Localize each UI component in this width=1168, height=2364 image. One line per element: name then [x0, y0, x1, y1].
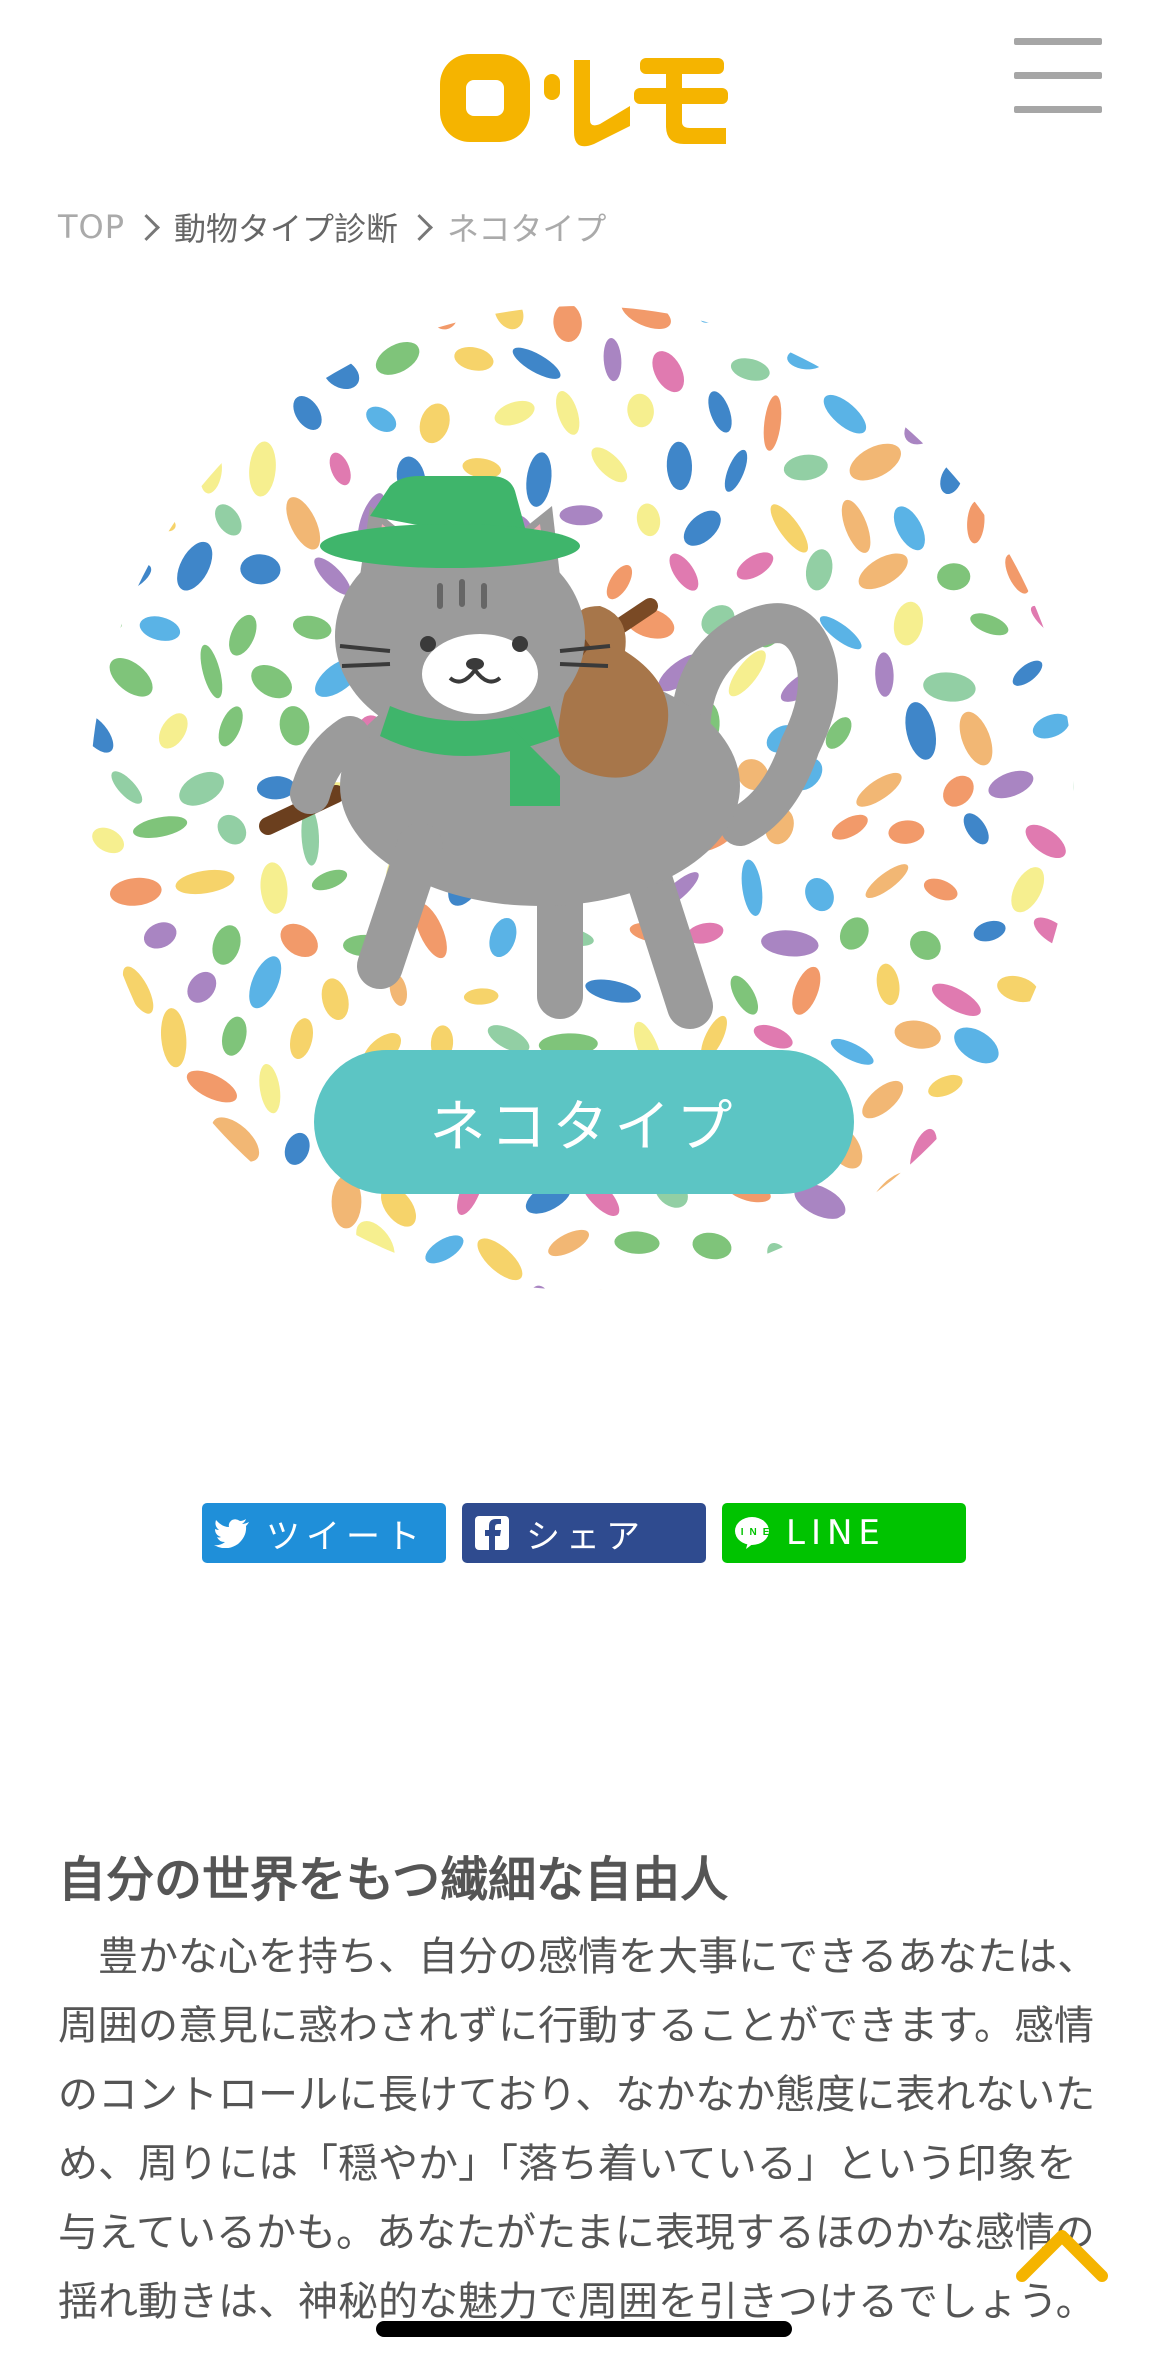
pattern-blob [142, 1132, 179, 1171]
pattern-blob [116, 1192, 169, 1217]
pattern-blob [1006, 346, 1029, 404]
pattern-blob [866, 341, 896, 389]
twitter-bird-icon [212, 1513, 252, 1553]
line-icon: LINE [732, 1513, 772, 1553]
pattern-blob [962, 396, 990, 432]
pattern-blob [180, 1183, 211, 1213]
pattern-blob [142, 1217, 179, 1267]
pattern-blob [90, 609, 122, 631]
type-label-button[interactable]: ネコタイプ [314, 1050, 854, 1194]
pattern-blob [151, 410, 195, 438]
pattern-blob [998, 1083, 1045, 1117]
breadcrumb-diagnosis-link[interactable]: 動物タイプ診断 [174, 204, 398, 250]
facebook-icon [472, 1513, 512, 1553]
pattern-blob [90, 384, 116, 439]
tweet-label: ツイート [266, 1516, 426, 1557]
pattern-blob [265, 348, 291, 377]
pattern-blob [1028, 1135, 1070, 1168]
pattern-blob [931, 1186, 964, 1219]
pattern-blob [259, 1289, 298, 1290]
pattern-blob [120, 1079, 147, 1122]
pattern-blob [120, 460, 159, 489]
pattern-blob [1067, 553, 1074, 585]
pattern-blob [1026, 306, 1067, 335]
pattern-blob [793, 1276, 820, 1290]
pattern-blob [1066, 1284, 1074, 1290]
home-indicator [376, 2321, 792, 2337]
pattern-blob [878, 1275, 906, 1290]
pattern-blob [90, 1025, 110, 1049]
chevron-right-icon [133, 213, 160, 241]
pattern-blob [100, 351, 148, 378]
pattern-blob [1067, 973, 1074, 1015]
chevron-right-icon [406, 213, 433, 241]
pattern-blob [922, 1270, 964, 1290]
menu-icon-bar [1014, 72, 1102, 79]
menu-icon-bar [1014, 38, 1102, 45]
pattern-blob [111, 1275, 139, 1290]
facebook-share-label: シェア [526, 1516, 646, 1557]
pattern-blob [883, 306, 939, 336]
pattern-blob [1068, 347, 1074, 402]
breadcrumb-top-link[interactable]: TOP [58, 208, 125, 246]
svg-text:LINE: LINE [734, 1527, 770, 1538]
pattern-blob [1022, 513, 1062, 550]
chevron-up-icon[interactable] [1014, 2220, 1110, 2290]
pattern-blob [90, 1126, 126, 1163]
article-title: 自分の世界をもつ繊細な自由人 [58, 1851, 729, 1908]
pattern-blob [377, 1278, 420, 1290]
site-logo[interactable] [434, 48, 734, 148]
pattern-blob [831, 306, 863, 330]
line-share-label: LINE [786, 1513, 886, 1553]
pattern-blob [291, 1234, 321, 1273]
pattern-blob [286, 306, 324, 324]
pattern-blob [352, 306, 377, 343]
tweet-button[interactable]: ツイート [202, 1503, 446, 1563]
pattern-blob [224, 306, 254, 328]
pattern-blob [1038, 1021, 1072, 1051]
pattern-blob [971, 1233, 1009, 1279]
pattern-blob [826, 1238, 870, 1267]
pattern-blob [250, 1194, 285, 1219]
pattern-blob [210, 395, 244, 438]
pattern-blob [949, 1140, 1004, 1167]
pattern-blob [651, 1289, 687, 1290]
pattern-blob [1005, 448, 1036, 489]
pattern-blob [90, 1221, 107, 1270]
line-share-button[interactable]: LINE LINE [722, 1503, 966, 1563]
pattern-blob [559, 505, 603, 526]
menu-button[interactable] [1014, 38, 1104, 114]
pattern-blob [990, 1194, 1046, 1217]
pattern-blob [1063, 1186, 1074, 1227]
article-body: 豊かな心を持ち、自分の感情を大事にできるあなたは、周囲の意見に惑わされずに行動す… [58, 1934, 1098, 2325]
breadcrumb: TOP 動物タイプ診断 ネコタイプ [58, 202, 606, 252]
pattern-blob [1027, 406, 1068, 427]
pattern-blob [178, 359, 224, 388]
menu-icon-bar [1014, 106, 1102, 113]
pattern-blob [303, 1289, 362, 1290]
pattern-blob [221, 1236, 239, 1274]
pattern-blob [901, 1231, 944, 1267]
pattern-blob [917, 360, 967, 388]
pattern-blob [974, 306, 1004, 339]
facebook-share-button[interactable]: シェア [462, 1503, 706, 1563]
pattern-blob [711, 1289, 771, 1290]
pattern-blob [777, 306, 802, 334]
pattern-blob [995, 1281, 1021, 1290]
pattern-blob [142, 306, 178, 342]
pattern-blob [1049, 1080, 1074, 1109]
page: TOP 動物タイプ診断 ネコタイプ ネコタイプ ツイート シェア IN LINE… [0, 0, 1168, 2364]
breadcrumb-current: ネコタイプ [447, 210, 607, 248]
pattern-blob [1037, 1228, 1074, 1257]
pattern-blob [90, 495, 103, 542]
pattern-blob [90, 306, 110, 334]
pattern-blob [1071, 460, 1074, 490]
